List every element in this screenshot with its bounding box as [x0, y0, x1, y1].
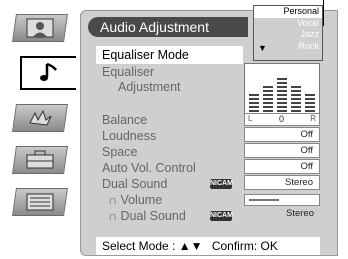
headphone-dual-sound-value[interactable]: Stereo: [244, 207, 320, 222]
confirm-hint: Confirm: OK: [211, 239, 278, 253]
auto-vol-value[interactable]: Off: [244, 159, 320, 174]
volume-fill: [249, 199, 279, 201]
loudness-label[interactable]: Loudness: [102, 129, 156, 143]
space-value[interactable]: Off: [244, 143, 320, 158]
sound-tab[interactable]: [20, 56, 76, 90]
music-note-icon: [40, 62, 57, 81]
nicam-badge: NICAM: [210, 179, 233, 189]
down-arrow-icon: ▼: [258, 43, 267, 53]
dropdown-option[interactable]: Personal: [254, 6, 322, 18]
equaliser-mode-dropdown[interactable]: Personal Vocal Jazz Rock ▼: [253, 5, 323, 61]
suitcase-icon: [26, 150, 54, 169]
loudness-value[interactable]: Off: [244, 127, 320, 142]
status-bar: Select Mode : ▲▼ Confirm: OK: [96, 237, 320, 255]
sparkle-icon: [29, 109, 52, 126]
dual-sound-value[interactable]: Stereo: [244, 175, 320, 190]
install-tab[interactable]: [12, 146, 68, 174]
nicam-badge-2: NICAM: [210, 211, 233, 221]
divider: [323, 0, 324, 26]
equaliser-mode-label[interactable]: Equaliser Mode: [102, 48, 189, 62]
feature-tab[interactable]: [12, 104, 68, 132]
left-marker: L: [248, 114, 253, 123]
picture-icon: [26, 18, 54, 38]
headphone-dual-sound-label[interactable]: ∩ Dual Sound: [108, 209, 186, 223]
balance-value: 0: [279, 114, 285, 124]
page-title: Audio Adjustment: [88, 17, 248, 37]
dropdown-option[interactable]: Vocal: [254, 18, 322, 30]
balance-label[interactable]: Balance: [102, 113, 147, 127]
right-marker: R: [310, 114, 316, 123]
adjustment-label[interactable]: Adjustment: [118, 80, 181, 94]
dual-sound-label[interactable]: Dual Sound: [102, 177, 167, 191]
balance-slider[interactable]: L 0 R: [244, 113, 320, 126]
dropdown-option[interactable]: Jazz: [254, 29, 322, 41]
equaliser-label[interactable]: Equaliser: [102, 65, 154, 79]
equaliser-bars: [249, 78, 315, 112]
headphone-volume-label[interactable]: ∩ Volume: [108, 193, 162, 207]
space-label[interactable]: Space: [102, 145, 137, 159]
headphone-volume-slider[interactable]: [244, 194, 320, 206]
list-icon: [26, 193, 54, 211]
auto-vol-label[interactable]: Auto Vol. Control: [102, 161, 196, 175]
picture-tab[interactable]: [12, 14, 68, 42]
setup-tab[interactable]: [12, 188, 68, 216]
select-hint: Select Mode : ▲▼: [102, 239, 203, 253]
